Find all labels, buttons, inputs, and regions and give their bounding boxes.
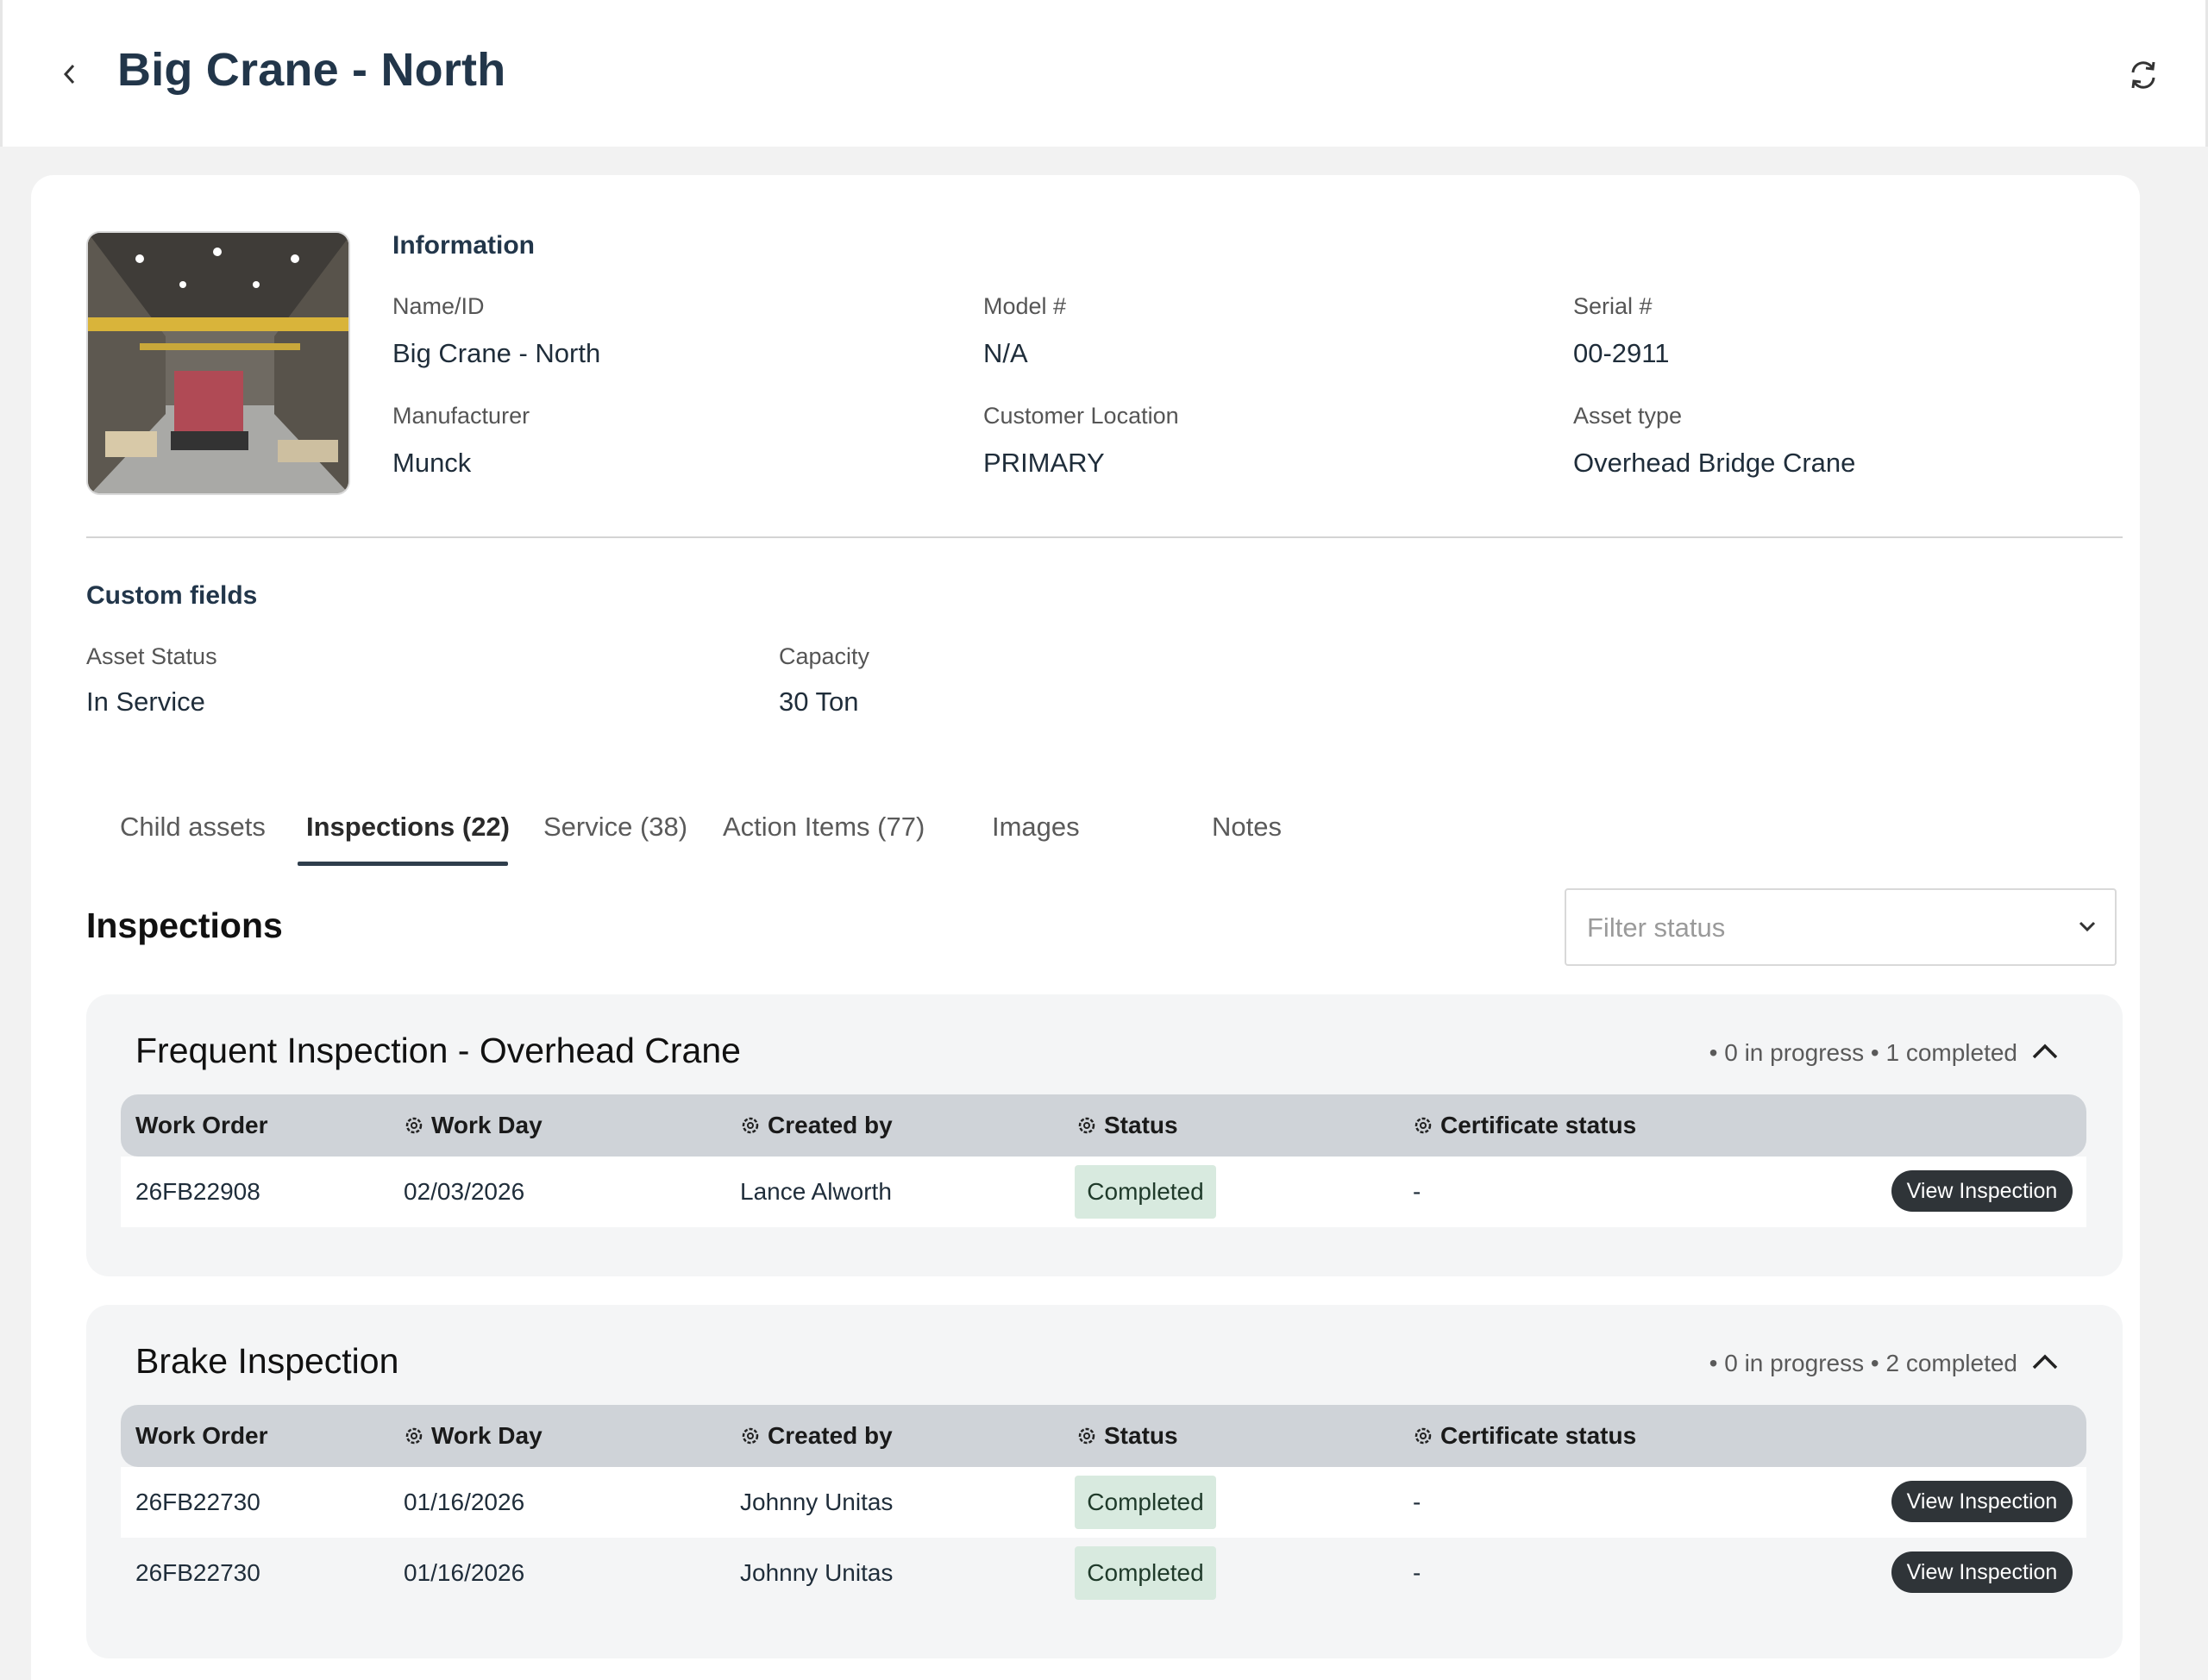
certificate-status-cell: - bbox=[1413, 1489, 1421, 1515]
table-header: Work Order Work Day Created by Status Ce… bbox=[121, 1405, 2086, 1467]
chevron-down-icon bbox=[2079, 921, 2096, 932]
column-label: Status bbox=[1104, 1112, 1178, 1138]
page-title: Big Crane - North bbox=[117, 44, 506, 96]
name-id-value: Big Crane - North bbox=[392, 338, 601, 368]
chevron-up-icon bbox=[2032, 1044, 2058, 1059]
work-order-cell: 26FB22908 bbox=[135, 1178, 260, 1205]
work-order-cell: 26FB22730 bbox=[135, 1559, 260, 1586]
active-tab-indicator bbox=[298, 862, 508, 866]
group-summary: • 0 in progress • 1 completed bbox=[1709, 1039, 2017, 1066]
view-inspection-button[interactable]: View Inspection bbox=[1891, 1481, 2073, 1522]
certificate-status-cell: - bbox=[1413, 1178, 1421, 1205]
column-work-day[interactable]: Work Day bbox=[404, 1422, 543, 1450]
column-status[interactable]: Status bbox=[1076, 1422, 1178, 1450]
status-badge: Completed bbox=[1075, 1165, 1216, 1219]
column-created-by[interactable]: Created by bbox=[740, 1422, 893, 1450]
group-title: Frequent Inspection - Overhead Crane bbox=[135, 1031, 741, 1070]
asset-type-value: Overhead Bridge Crane bbox=[1573, 448, 1856, 478]
view-inspection-button[interactable]: View Inspection bbox=[1891, 1551, 2073, 1593]
column-label: Status bbox=[1104, 1422, 1178, 1449]
inspections-heading: Inspections bbox=[86, 906, 283, 945]
column-work-order: Work Order bbox=[135, 1112, 268, 1138]
status-badge: Completed bbox=[1075, 1476, 1216, 1529]
back-button[interactable] bbox=[53, 57, 87, 91]
asset-type-label: Asset type bbox=[1573, 403, 1683, 429]
gear-icon bbox=[1414, 1427, 1432, 1445]
crane-image-icon bbox=[88, 233, 348, 493]
status-badge: Completed bbox=[1075, 1546, 1216, 1600]
column-label: Work Day bbox=[431, 1112, 543, 1138]
table-row: 26FB22730 01/16/2026 Johnny Unitas Compl… bbox=[121, 1467, 2086, 1538]
column-label: Created by bbox=[768, 1422, 893, 1449]
column-status[interactable]: Status bbox=[1076, 1112, 1178, 1139]
gear-icon bbox=[405, 1117, 423, 1134]
customer-location-value: PRIMARY bbox=[983, 448, 1105, 478]
page-header: Big Crane - North bbox=[0, 0, 2208, 147]
work-day-cell: 02/03/2026 bbox=[404, 1178, 525, 1205]
model-label: Model # bbox=[983, 293, 1067, 319]
column-label: Work Day bbox=[431, 1422, 543, 1449]
group-title: Brake Inspection bbox=[135, 1341, 399, 1381]
table-header: Work Order Work Day Created by Status Ce… bbox=[121, 1094, 2086, 1157]
created-by-cell: Lance Alworth bbox=[740, 1178, 892, 1205]
gear-icon bbox=[1078, 1117, 1095, 1134]
asset-status-value: In Service bbox=[86, 686, 205, 717]
table-row: 26FB22908 02/03/2026 Lance Alworth Compl… bbox=[121, 1157, 2086, 1227]
tab-notes[interactable]: Notes bbox=[1212, 812, 1282, 843]
certificate-status-cell: - bbox=[1413, 1559, 1421, 1586]
column-work-day[interactable]: Work Day bbox=[404, 1112, 543, 1139]
gear-icon bbox=[742, 1427, 759, 1445]
work-day-cell: 01/16/2026 bbox=[404, 1489, 525, 1515]
created-by-cell: Johnny Unitas bbox=[740, 1559, 894, 1586]
gear-icon bbox=[1078, 1427, 1095, 1445]
manufacturer-value: Munck bbox=[392, 448, 472, 478]
gear-icon bbox=[742, 1117, 759, 1134]
serial-value: 00-2911 bbox=[1573, 338, 1670, 368]
column-certificate-status[interactable]: Certificate status bbox=[1413, 1422, 1636, 1450]
refresh-button[interactable] bbox=[2124, 56, 2162, 94]
column-label: Certificate status bbox=[1440, 1112, 1637, 1138]
asset-photo bbox=[86, 231, 350, 495]
chevron-left-icon bbox=[63, 64, 75, 85]
filter-status-placeholder: Filter status bbox=[1587, 912, 1726, 943]
name-id-label: Name/ID bbox=[392, 293, 485, 319]
table-row: 26FB22730 01/16/2026 Johnny Unitas Compl… bbox=[121, 1538, 2086, 1608]
customer-location-label: Customer Location bbox=[983, 403, 1179, 429]
work-day-cell: 01/16/2026 bbox=[404, 1559, 525, 1586]
collapse-button[interactable] bbox=[2028, 1034, 2062, 1069]
column-label: Created by bbox=[768, 1112, 893, 1138]
filter-status-select[interactable]: Filter status bbox=[1565, 888, 2117, 966]
group-summary: • 0 in progress • 2 completed bbox=[1709, 1350, 2017, 1376]
tab-child-assets[interactable]: Child assets bbox=[120, 812, 266, 843]
section-divider bbox=[86, 536, 2123, 538]
information-heading: Information bbox=[392, 231, 535, 260]
column-label: Certificate status bbox=[1440, 1422, 1637, 1449]
column-created-by[interactable]: Created by bbox=[740, 1112, 893, 1139]
tab-action-items[interactable]: Action Items (77) bbox=[723, 812, 925, 843]
collapse-button[interactable] bbox=[2028, 1345, 2062, 1379]
inspection-group: Brake Inspection • 0 in progress • 2 com… bbox=[86, 1305, 2123, 1658]
chevron-up-icon bbox=[2032, 1354, 2058, 1370]
column-work-order: Work Order bbox=[135, 1422, 268, 1449]
inspection-group: Frequent Inspection - Overhead Crane • 0… bbox=[86, 994, 2123, 1276]
capacity-value: 30 Ton bbox=[779, 686, 859, 717]
view-inspection-button[interactable]: View Inspection bbox=[1891, 1170, 2073, 1212]
tab-service[interactable]: Service (38) bbox=[543, 812, 687, 843]
column-certificate-status[interactable]: Certificate status bbox=[1413, 1112, 1636, 1139]
work-order-cell: 26FB22730 bbox=[135, 1489, 260, 1515]
asset-status-label: Asset Status bbox=[86, 643, 217, 669]
capacity-label: Capacity bbox=[779, 643, 870, 669]
created-by-cell: Johnny Unitas bbox=[740, 1489, 894, 1515]
tab-inspections[interactable]: Inspections (22) bbox=[306, 812, 510, 843]
manufacturer-label: Manufacturer bbox=[392, 403, 530, 429]
model-value: N/A bbox=[983, 338, 1028, 368]
serial-label: Serial # bbox=[1573, 293, 1653, 319]
refresh-icon bbox=[2131, 61, 2155, 89]
gear-icon bbox=[1414, 1117, 1432, 1134]
gear-icon bbox=[405, 1427, 423, 1445]
custom-fields-heading: Custom fields bbox=[86, 581, 258, 610]
tab-images[interactable]: Images bbox=[992, 812, 1080, 843]
